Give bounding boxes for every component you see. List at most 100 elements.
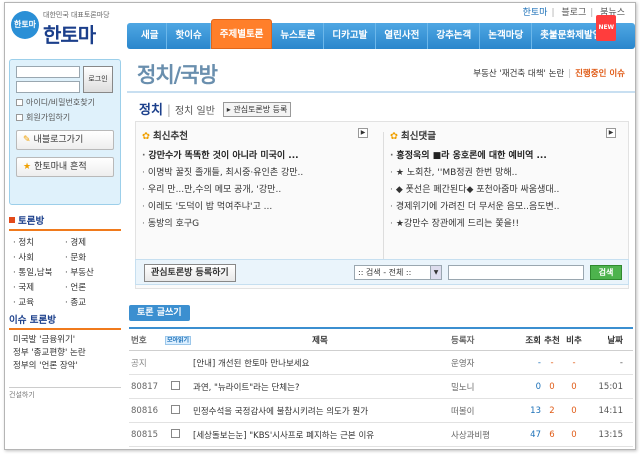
category-media[interactable]: · 언론 [65, 281, 117, 293]
new-badge: NEW [596, 15, 617, 41]
comment-item[interactable]: · 경제위기에 가려진 더 무서운 음모..음도변.. [390, 199, 620, 216]
category-international[interactable]: · 국제 [13, 281, 65, 293]
nav-open-dictionary[interactable]: 열린사전 [376, 23, 429, 49]
category-education[interactable]: · 교육 [13, 296, 65, 308]
register-favorite-small-button[interactable]: ▸ 관심토론방 등록 [222, 102, 292, 117]
category-real-estate[interactable]: · 부동산 [65, 266, 117, 278]
comment-item[interactable]: · 홍정욱의 ■라 옹호론에 대한 예비역 ... [390, 148, 620, 165]
site-logo[interactable]: 한토마 대한민국 대표토론마당 한토마 [11, 7, 129, 47]
more-button[interactable]: ▶ [606, 128, 616, 138]
nav-photo-report[interactable]: 디카고발 [324, 23, 377, 49]
ongoing-issue-link[interactable]: 진행중인 이슈 [575, 69, 625, 79]
issue-item[interactable]: 정부 '종교편향' 논란 [13, 347, 117, 360]
checkbox[interactable] [170, 380, 180, 390]
divider: | [590, 8, 594, 18]
bottom-tab[interactable]: 건설하기 [9, 387, 121, 400]
row-title[interactable]: [안내] 개선된 한토마 만나보세요 [185, 357, 447, 369]
comment-item[interactable]: · ★ 노회찬, ''MB정권 한번 망해.. [390, 165, 620, 182]
row-author: 사상과비평 [451, 430, 491, 441]
password-input[interactable] [16, 81, 80, 93]
square-bullet-icon [9, 217, 15, 223]
recommended-item[interactable]: · 이명박 꿀짓 졸개들, 최시중·유인촌 강만.. [142, 165, 372, 182]
nav-recommended-writers[interactable]: 강추논객 [428, 23, 481, 49]
bullet: · [142, 185, 145, 195]
checkbox[interactable] [170, 428, 180, 438]
nav-new[interactable]: 새글 [133, 23, 168, 49]
category-politics[interactable]: · 정치 [13, 236, 65, 248]
comment-item-text: ◆ 폿선은 폐간된다◆ 포천아줌마 싸움생대.. [395, 185, 560, 195]
join-link[interactable]: 회원가입하기 [16, 112, 114, 123]
row-views: 13 [530, 405, 541, 416]
recommended-item[interactable]: · 강만수가 똑똑한 것이 아니라 미국이 ... [142, 148, 372, 165]
search-button[interactable]: 검색 [590, 265, 622, 280]
row-check[interactable] [165, 404, 185, 417]
row-check[interactable] [165, 380, 185, 393]
table-row[interactable]: 80815 [세상돌보는눈] "KBS'시사프로 폐지하는 근본 이유 사상과비… [129, 423, 633, 447]
nav-writers-forum[interactable]: 논객마당 [480, 23, 533, 49]
row-title[interactable]: 과연, "뉴라이트"라는 단체는? [185, 381, 447, 393]
nav-topic-debate[interactable]: 주제별토론 [210, 19, 273, 49]
checkbox[interactable] [170, 404, 180, 414]
table-row[interactable]: 80817 과연, "뉴라이트"라는 단체는? 밀노니 0 0 0 15:01 [129, 375, 633, 399]
id-input[interactable] [16, 66, 80, 78]
star-icon: ✿ [390, 131, 398, 142]
category-religion[interactable]: · 종교 [65, 296, 117, 308]
register-favorite-button[interactable]: 관심토론방 등록하기 [144, 264, 236, 282]
table-row[interactable]: 80816 민정수석을 국정감사에 불참시키려는 의도가 뭔가 떠볼이 13 2… [129, 399, 633, 423]
write-post-button[interactable]: 토론 글쓰기 [129, 305, 190, 321]
recommended-item-text: 이명박 꿀짓 졸개들, 최시중·유인촌 강만.. [147, 168, 304, 178]
recommended-item[interactable]: · 우리 만...만,수의 메모 공개, '강만.. [142, 182, 372, 199]
general-link[interactable]: 정치 일반 [175, 106, 215, 117]
recommended-item-text: 이레도 '도덕이 밥 먹여주냐'고 ... [147, 202, 273, 212]
recommended-box: ✿ 최신추천 ▶ · 강만수가 똑똑한 것이 아니라 미국이 ... · 이명박 꿀짓… [142, 128, 372, 233]
find-account-link[interactable]: 아이디/비밀번호찾기 [16, 97, 114, 108]
issue-item[interactable]: 정부의 '언론 장악' [13, 360, 117, 373]
my-blog-label: 내블로그가기 [33, 135, 84, 145]
comment-item[interactable]: · ★강만수 장관에게 드리는 쫓을!! [390, 216, 620, 233]
row-date: - [619, 357, 623, 368]
nav-candle-forum[interactable]: 촛불문화제발언대 NEW [532, 15, 618, 49]
join-label: 회원가입하기 [26, 113, 71, 122]
col-num: 번호 [131, 335, 147, 346]
login-button[interactable]: 로그인 [83, 66, 113, 93]
category-label: 부동산 [70, 268, 94, 278]
comment-item[interactable]: · ◆ 폿선은 폐간된다◆ 포천아줌마 싸움생대.. [390, 182, 620, 199]
hot-issue-link[interactable]: 부동산 '재건축 대책' 논란 [473, 69, 564, 79]
nav-news-debate[interactable]: 뉴스토론 [272, 23, 325, 49]
row-views: 0 [535, 381, 541, 392]
issue-item[interactable]: 미국발 '금융위기' [13, 334, 117, 347]
table-header: 번호 모아읽기 제목 등록자 조회 추천 비추 날짜 [129, 329, 633, 351]
row-title[interactable]: [세상돌보는눈] "KBS'시사프로 폐지하는 근본 이유 [185, 429, 447, 441]
top-link-hantoma[interactable]: 한토마 [523, 8, 548, 18]
logo-circle: 한토마 [11, 11, 39, 39]
row-author: 떠볼이 [451, 406, 475, 417]
my-trace-button[interactable]: ★ 한토마내 흔적 [16, 157, 114, 177]
col-date: 날짜 [607, 335, 623, 346]
table-row[interactable]: 공지 [안내] 개선된 한토마 만나보세요 운영자 - - - - [129, 351, 633, 375]
category-culture[interactable]: · 문화 [65, 251, 117, 263]
row-rec: 2 [549, 405, 555, 416]
recommended-title: ✿ 최신추천 [142, 128, 372, 142]
bullet: · [142, 168, 145, 178]
divider: | [568, 69, 572, 79]
top-link-blog[interactable]: 블로그 [561, 8, 586, 18]
category-label: 정치 [18, 238, 35, 248]
more-button[interactable]: ▶ [358, 128, 368, 138]
row-title[interactable]: 민정수석을 국정감사에 불참시키려는 의도가 뭔가 [185, 405, 447, 417]
category-economy[interactable]: · 경제 [65, 236, 117, 248]
recommended-item[interactable]: · 동방의 호구G [142, 216, 372, 233]
banner-links: 부동산 '재건축 대책' 논란 | 진행중인 이슈 [473, 67, 625, 79]
col-views: 조회 [525, 335, 541, 346]
my-blog-button[interactable]: ✎ 내블로그가기 [16, 130, 114, 150]
recommended-item[interactable]: · 이레도 '도덕이 밥 먹여주냐'고 ... [142, 199, 372, 216]
search-scope-select[interactable]: :: 검색 - 전체 :: ▼ [354, 265, 442, 280]
row-check[interactable] [165, 428, 185, 441]
category-society[interactable]: · 사회 [13, 251, 65, 263]
recommended-list: · 강만수가 똑똑한 것이 아니라 미국이 ... · 이명박 꿀짓 졸개들, 최시… [142, 148, 372, 233]
nav-hot-issue[interactable]: 핫이슈 [167, 23, 211, 49]
search-input[interactable] [448, 265, 584, 280]
person-icon [16, 114, 23, 121]
issue-list: 미국발 '금융위기' 정부 '종교편향' 논란 정부의 '언론 장악' [9, 330, 121, 373]
col-read[interactable]: 모아읽기 [165, 335, 192, 345]
category-unification[interactable]: · 통일,남북 [13, 266, 65, 278]
